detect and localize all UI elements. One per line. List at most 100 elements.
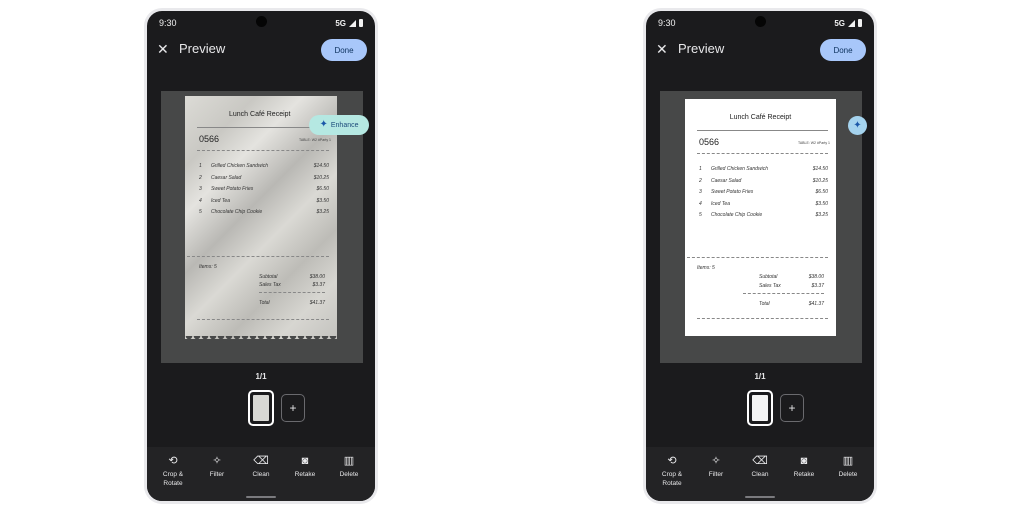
trash-icon: ▥	[343, 455, 355, 467]
crop-rotate-icon: ⟲	[168, 455, 178, 467]
receipt-total: Total $41.37	[259, 300, 325, 306]
magic-wand-icon: ✧	[212, 455, 222, 467]
receipt-title: Lunch Café Receipt	[729, 114, 792, 121]
status-icons: 5G	[335, 19, 363, 28]
thumbnail-image	[253, 395, 269, 421]
close-icon[interactable]: ✕	[157, 41, 169, 58]
tool-label: Crop & Rotate	[661, 471, 683, 487]
delete-button[interactable]: ▥ Delete	[328, 447, 370, 501]
tool-label: Clean	[252, 471, 270, 478]
clean-button[interactable]: ⌫ Clean	[240, 447, 282, 501]
page-indicator: 1/1	[754, 372, 766, 381]
app-bar: ✕ Preview Done	[646, 37, 874, 63]
receipt-rule	[697, 153, 828, 154]
tool-label: Filter	[708, 471, 724, 478]
receipt-item: 5 Chocolate Chip Cookie $3.25	[199, 209, 329, 215]
receipt-subtotal: Subtotal $38.00	[259, 274, 325, 280]
screen: 9:30 5G ✕ Preview Done Lunch Café Receip…	[646, 11, 874, 501]
crop-rotate-icon: ⟲	[667, 455, 677, 467]
receipt-item-count: Items: 5	[697, 265, 715, 271]
page-title: Preview	[179, 41, 226, 56]
enhance-label: Enhance	[330, 121, 359, 129]
signal-icon	[349, 19, 356, 27]
receipt-item-count: Items: 5	[199, 264, 217, 270]
phone-before-enhance: 9:30 5G ✕ Preview Done Lunch Café Receip…	[144, 8, 378, 504]
receipt-rule	[197, 150, 329, 151]
battery-icon	[858, 19, 862, 27]
done-button[interactable]: Done	[820, 39, 866, 61]
receipt-rule	[197, 319, 329, 320]
receipt-subtotal: Subtotal $38.00	[759, 274, 824, 280]
trash-icon: ▥	[842, 455, 854, 467]
battery-icon	[359, 19, 363, 27]
gesture-handle	[745, 496, 775, 498]
tool-label: Delete	[838, 471, 858, 478]
scan-preview: Lunch Café Receipt 0566 TABLE: W2 #Party…	[161, 91, 369, 363]
receipt-item: 3 Sweet Potato Fries $6.50	[199, 186, 329, 192]
receipt-item: 5 Chocolate Chip Cookie $3.25	[699, 212, 828, 218]
network-label: 5G	[834, 18, 845, 28]
camera-icon: ◙	[301, 455, 309, 467]
add-page-button[interactable]: +	[281, 394, 305, 422]
camera-cutout	[256, 16, 267, 27]
receipt-item: 2 Caesar Salad $10.25	[699, 177, 828, 184]
receipt-tax: Sales Tax $3.37	[259, 282, 325, 288]
receipt-number: 0566	[199, 134, 220, 144]
receipt-tax: Sales Tax $3.37	[759, 283, 824, 289]
retake-button[interactable]: ◙ Retake	[284, 447, 326, 501]
receipt-rule	[697, 318, 828, 319]
tool-label: Retake	[294, 471, 316, 478]
clean-button[interactable]: ⌫ Clean	[739, 447, 781, 501]
receipt-rule	[687, 257, 828, 258]
comparison-stage: 9:30 5G ✕ Preview Done Lunch Café Receip…	[0, 0, 1024, 512]
eraser-icon: ⌫	[752, 455, 768, 467]
app-bar: ✕ Preview Done	[147, 37, 375, 63]
network-label: 5G	[335, 18, 346, 28]
filter-button[interactable]: ✧ Filter	[196, 447, 238, 501]
tool-label: Delete	[339, 471, 359, 478]
eraser-icon: ⌫	[253, 455, 269, 467]
done-button[interactable]: Done	[321, 39, 367, 61]
add-page-button[interactable]: +	[780, 394, 804, 422]
page-thumbnail[interactable]	[747, 390, 773, 426]
receipt-items: 1 Grilled Chicken Sandwich $14.50 2 Caesar …	[199, 163, 329, 221]
receipt-item: 4 Iced Tea $3.50	[699, 200, 828, 207]
signal-icon	[848, 19, 855, 27]
scan-preview: Lunch Café Receipt 0566 TABLE: W2 #Party…	[660, 91, 867, 363]
enhance-toggle-button[interactable]: ✦	[848, 116, 867, 135]
receipt-rule	[259, 292, 325, 293]
status-icons: 5G	[834, 19, 862, 28]
receipt-item: 3 Sweet Potato Fries $6.50	[699, 189, 828, 195]
sparkle-icon: ✦	[853, 119, 862, 131]
receipt-item: 4 Iced Tea $3.50	[199, 197, 329, 204]
bottom-toolbar: ⟲ Crop & Rotate ✧ Filter ⌫ Clean ◙ Retak…	[646, 447, 874, 501]
receipt-rule	[187, 256, 329, 257]
receipt-number: 0566	[699, 137, 720, 147]
crop-rotate-button[interactable]: ⟲ Crop & Rotate	[152, 447, 194, 501]
magic-wand-icon: ✧	[711, 455, 721, 467]
tool-label: Filter	[209, 471, 225, 478]
receipt-item: 2 Caesar Salad $10.25	[199, 174, 329, 181]
retake-button[interactable]: ◙ Retake	[783, 447, 825, 501]
delete-button[interactable]: ▥ Delete	[827, 447, 869, 501]
receipt-meta: TABLE: W2 #Party 1	[797, 141, 830, 145]
sparkle-icon: ✦	[319, 119, 328, 130]
receipt-items: 1 Grilled Chicken Sandwich $14.50 2 Caesar …	[699, 166, 828, 224]
enhance-button[interactable]: ✦ Enhance	[309, 115, 369, 135]
status-time: 9:30	[159, 18, 177, 28]
receipt-rule	[743, 293, 824, 294]
gesture-handle	[246, 496, 276, 498]
crop-rotate-button[interactable]: ⟲ Crop & Rotate	[651, 447, 693, 501]
receipt-document: Lunch Café Receipt 0566 TABLE: W2 #Party…	[685, 99, 836, 336]
thumbnail-image	[752, 395, 768, 421]
filter-button[interactable]: ✧ Filter	[695, 447, 737, 501]
screen: 9:30 5G ✕ Preview Done Lunch Café Receip…	[147, 11, 375, 501]
receipt-meta: TABLE: W2 #Party 1	[298, 138, 331, 142]
close-icon[interactable]: ✕	[656, 41, 668, 58]
tool-label: Retake	[793, 471, 815, 478]
receipt-item: 1 Grilled Chicken Sandwich $14.50	[699, 166, 828, 172]
tool-label: Clean	[751, 471, 769, 478]
camera-cutout	[755, 16, 766, 27]
camera-icon: ◙	[800, 455, 808, 467]
page-thumbnail[interactable]	[248, 390, 274, 426]
